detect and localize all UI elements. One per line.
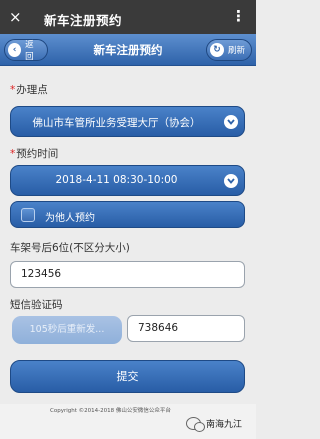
refresh-icon: ↻ (210, 43, 224, 57)
office-select[interactable]: 佛山市车管所业务受理大厅（协会） (10, 106, 245, 137)
proxy-booking-checkbox[interactable]: 为他人预约 (10, 201, 245, 228)
checkbox-icon (21, 208, 35, 222)
vin-input[interactable]: 123456 (10, 261, 245, 288)
time-select[interactable]: 2018-4-11 08:30-10:00 (10, 165, 245, 196)
close-icon[interactable]: × (9, 9, 22, 25)
required-mark: * (10, 84, 16, 96)
required-mark: * (10, 148, 16, 160)
more-icon[interactable]: ⋮ (231, 7, 246, 25)
copyright-text: Copyright ©2014-2018 佛山公安微信公众平台 (50, 408, 171, 414)
nav-bar: ‹ 返回 新车注册预约 ↻ 刷新 (0, 34, 256, 66)
office-label: *办理点 (10, 82, 48, 97)
page-title: 新车注册预约 (44, 13, 123, 28)
refresh-button[interactable]: ↻ 刷新 (206, 39, 252, 61)
app-header: × 新车注册预约 ⋮ (0, 0, 256, 34)
chevron-down-icon (224, 115, 238, 129)
time-label-text: 预约时间 (16, 148, 59, 160)
wechat-icon (186, 417, 205, 432)
proxy-booking-label: 为他人预约 (45, 213, 95, 224)
brand-name: 南海九江 (206, 420, 243, 430)
sms-code-label: 短信验证码 (10, 299, 63, 311)
sms-code-input[interactable]: 738646 (127, 315, 245, 342)
office-select-value: 佛山市车管所业务受理大厅（协会） (32, 117, 201, 129)
account-brand: 南海九江 (186, 417, 243, 432)
footer: Copyright ©2014-2018 佛山公安微信公众平台 南海九江 (0, 404, 256, 439)
chevron-down-icon (224, 174, 238, 188)
resend-sms-button[interactable]: 105秒后重新发... (12, 316, 122, 344)
time-label: *预约时间 (10, 146, 58, 161)
office-label-text: 办理点 (16, 84, 48, 96)
vin-label: 车架号后6位(不区分大小) (10, 242, 130, 254)
time-select-value: 2018-4-11 08:30-10:00 (55, 174, 178, 186)
submit-button[interactable]: 提交 (10, 360, 245, 393)
refresh-button-label: 刷新 (228, 46, 246, 56)
